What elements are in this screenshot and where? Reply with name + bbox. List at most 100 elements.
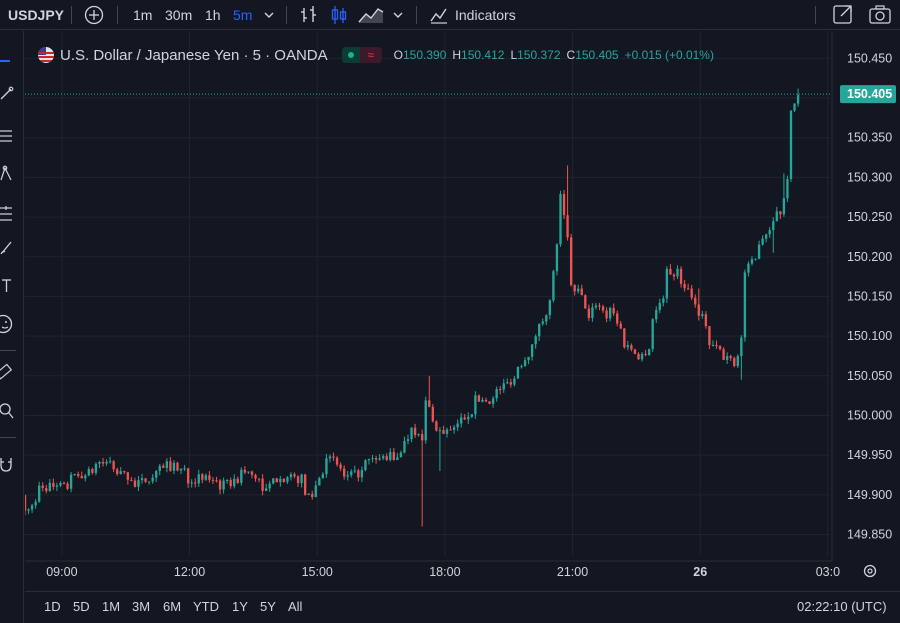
forecast-icon[interactable] [0,204,14,222]
clock-display[interactable]: 02:22:10 (UTC) [797,592,887,622]
candle-body [250,471,254,475]
zoom-icon[interactable] [0,402,14,420]
timeframe-1m-button[interactable]: 1m [133,0,152,30]
candle-body [215,480,218,482]
text-icon[interactable] [0,277,14,295]
candle-body [98,461,101,464]
plus-circle-icon[interactable] [84,0,104,30]
indicators-button[interactable]: Indicators [455,0,516,30]
range-1y-button[interactable]: 1Y [232,592,248,622]
chevron-down-icon[interactable] [391,0,405,30]
candle-body [179,468,183,471]
trend-line-icon[interactable] [0,86,14,102]
candle-body [126,472,130,480]
candle-body [261,478,264,491]
change-value: +0.015 (+0.01%) [624,48,714,62]
camera-icon[interactable] [868,0,892,30]
range-all-button[interactable]: All [288,592,302,622]
settings-gear-icon[interactable] [863,564,877,578]
candle-body [183,468,186,470]
bar-chart-icon[interactable] [299,0,319,30]
magnet-icon[interactable] [0,455,14,473]
candles-icon[interactable] [329,0,349,30]
candle-body [605,310,608,319]
range-1d-button[interactable]: 1D [44,592,61,622]
candle-body [303,474,307,495]
candle-body [761,238,764,245]
candle-body [332,456,335,458]
fullscreen-icon[interactable] [832,0,854,30]
price-axis-label: 150.000 [847,408,892,422]
candle-body [66,483,69,489]
price-axis-label: 150.300 [847,170,892,184]
brush-icon[interactable] [0,239,14,257]
candle-body [477,395,481,402]
candle-body [711,344,715,346]
candle-body [186,468,190,484]
candle-body [350,471,353,476]
close-key: C [566,48,576,62]
candle-body [733,358,736,366]
candle-body [484,399,488,402]
candle-body [704,314,708,327]
range-6m-button[interactable]: 6M [163,592,181,622]
candle-body [137,480,140,487]
candle-body [342,468,346,477]
price-axis[interactable]: 150.450150.400150.350150.300150.250150.2… [831,31,896,561]
candle-body [594,305,598,308]
candle-body [91,469,94,473]
range-5d-button[interactable]: 5D [73,592,90,622]
range-3m-button[interactable]: 3M [132,592,150,622]
candle-body [417,434,420,436]
time-axis-label: 03:0 [816,565,840,579]
candle-body [41,485,44,489]
candle-body [353,470,356,472]
candle-body [165,461,169,468]
candle-body [392,452,395,461]
price-chart[interactable]: 150.450150.400150.350150.300150.250150.2… [25,31,900,591]
pattern-icon[interactable] [0,165,14,183]
fib-retracement-icon[interactable] [0,128,14,144]
market-status[interactable]: ≈ [341,47,382,63]
candle-body [307,493,310,495]
candle-body [651,319,654,350]
chevron-down-icon[interactable] [262,0,276,30]
candle-body [619,323,622,329]
candle-body [779,211,782,215]
candle-body [601,306,605,311]
candle-body [591,307,594,318]
candle-body [286,477,289,482]
range-1m-button[interactable]: 1M [102,592,120,622]
candle-body [686,288,690,290]
range-5y-button[interactable]: 5Y [260,592,276,622]
legend-title[interactable]: U.S. Dollar / Japanese Yen · 5 · OANDA [60,47,328,64]
candle-body [516,366,520,379]
candle-body [55,485,59,487]
candle-body [169,461,172,471]
candle-body [534,336,537,345]
symbol-search-button[interactable]: USDJPY [8,0,64,30]
price-axis-label: 150.200 [847,250,892,264]
area-chart-icon[interactable] [358,0,384,30]
indicators-icon[interactable] [429,0,449,30]
crosshair-icon[interactable] [0,60,10,62]
timeframe-5m-button[interactable]: 5m [233,0,252,30]
range-ytd-button[interactable]: YTD [193,592,219,622]
time-axis[interactable]: 09:00 12:00 15:00 18:00 21:00 26 03:0 [25,560,840,579]
candle-body [782,198,786,215]
candle-body [268,483,271,489]
candle-body [367,459,371,461]
candle-body [630,345,633,350]
candle-body [77,473,80,476]
price-axis-label: 149.900 [847,488,892,502]
price-axis-label: 150.350 [847,131,892,145]
timeframe-30m-button[interactable]: 30m [165,0,192,30]
ruler-icon[interactable] [0,363,14,381]
emoji-icon[interactable] [0,314,14,334]
timeframe-1h-button[interactable]: 1h [205,0,221,30]
candle-body [548,300,552,316]
candle-body [665,268,669,299]
price-axis-label: 149.950 [847,448,892,462]
candle-body [729,356,732,359]
candle-body [225,479,229,481]
